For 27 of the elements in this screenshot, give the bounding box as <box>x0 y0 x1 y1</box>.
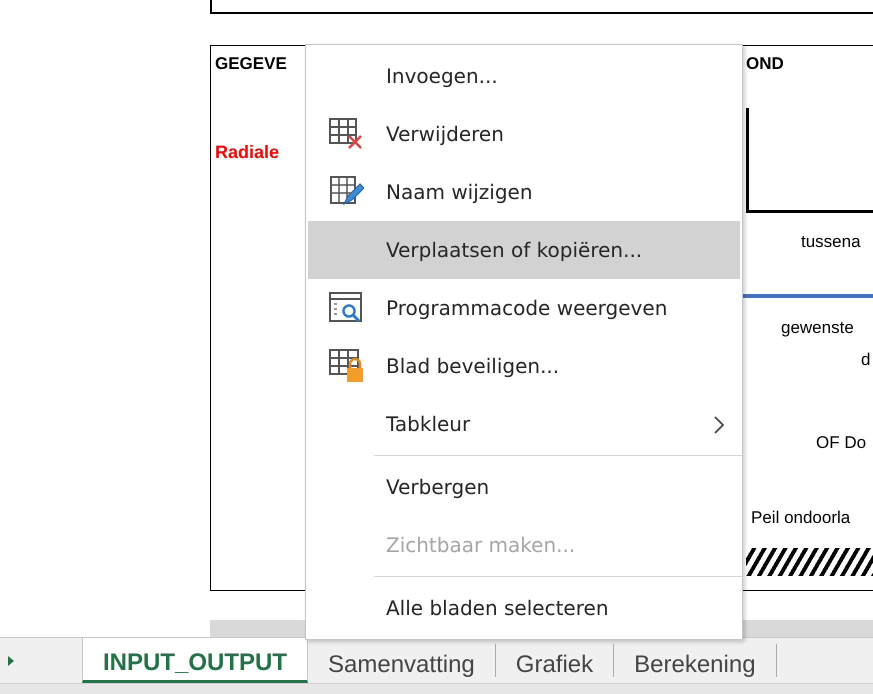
cell-text: gewenste <box>781 318 854 338</box>
sheet-tab[interactable]: Samenvatting <box>308 644 496 677</box>
sheet-tab[interactable]: Berekening <box>614 644 777 677</box>
menu-item[interactable]: Verbergen <box>308 458 740 516</box>
cell-text: GEGEVE <box>215 54 287 74</box>
menu-item[interactable]: Verwijderen <box>308 105 740 163</box>
chevron-right-icon <box>714 416 724 434</box>
scroll-right-icon[interactable] <box>8 656 14 666</box>
table-edit-icon <box>330 176 364 208</box>
table-lock-icon <box>329 349 365 383</box>
menu-item[interactable]: Alle bladen selecteren <box>308 579 740 637</box>
menu-item[interactable]: Verplaatsen of kopiëren... <box>308 221 740 279</box>
cell-text: d <box>861 350 870 370</box>
cell-text: tussena <box>801 232 861 252</box>
window-search-icon <box>329 292 365 324</box>
cell-text: OF Do <box>816 433 866 453</box>
menu-item[interactable]: Programmacode weergeven <box>308 279 740 337</box>
sheet-tab[interactable]: INPUT_OUTPUT <box>82 638 308 683</box>
menu-item[interactable]: Invoegen... <box>308 47 740 105</box>
menu-item[interactable]: Tabkleur <box>308 395 740 453</box>
menu-item[interactable]: Naam wijzigen <box>308 163 740 221</box>
table-delete-icon <box>329 118 365 150</box>
menu-item[interactable]: Blad beveiligen... <box>308 337 740 395</box>
cell-text: Peil ondoorla <box>751 508 850 528</box>
sheet-tab[interactable]: Grafiek <box>496 644 614 677</box>
cell-text: Radiale <box>215 142 280 163</box>
cell-text: OND <box>746 54 784 74</box>
